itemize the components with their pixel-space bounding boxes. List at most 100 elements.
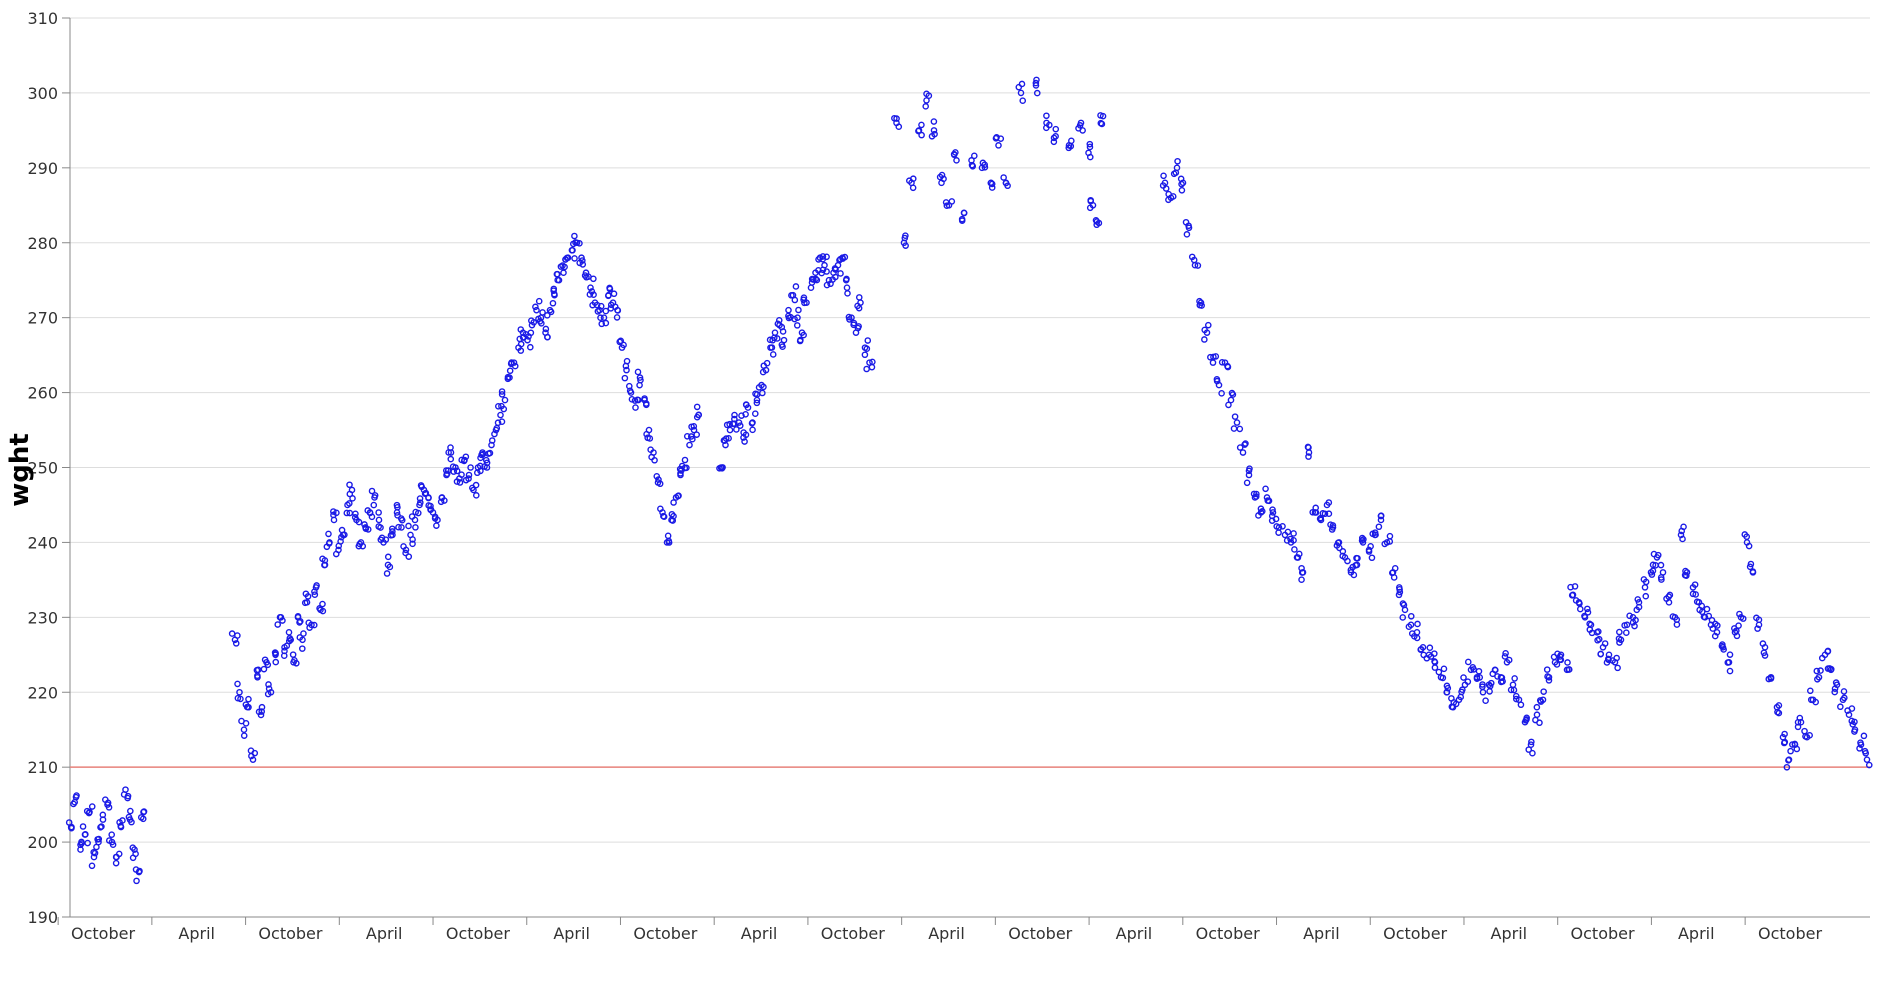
y-tick-label: 240 bbox=[27, 533, 58, 552]
data-point bbox=[1801, 727, 1808, 735]
data-point bbox=[771, 329, 779, 336]
data-point bbox=[590, 275, 597, 283]
data-point bbox=[405, 522, 412, 530]
data-point bbox=[532, 303, 539, 311]
data-point bbox=[864, 337, 872, 344]
data-point bbox=[260, 665, 268, 673]
data-point bbox=[133, 877, 140, 885]
x-tick-label: October bbox=[1196, 924, 1260, 943]
x-tick-label: October bbox=[821, 924, 885, 943]
x-tick-label: October bbox=[1758, 924, 1822, 943]
x-tick-label: October bbox=[446, 924, 510, 943]
data-point bbox=[1464, 658, 1472, 666]
data-point bbox=[1204, 321, 1212, 329]
x-tick-label: October bbox=[71, 924, 135, 943]
data-point bbox=[1703, 605, 1711, 613]
data-point bbox=[289, 651, 297, 658]
data-point bbox=[571, 255, 578, 262]
data-point bbox=[242, 720, 250, 727]
data-point bbox=[433, 522, 440, 529]
y-tick-label: 190 bbox=[27, 908, 58, 927]
data-point bbox=[868, 363, 876, 371]
x-tick-label: April bbox=[1303, 924, 1340, 943]
data-point bbox=[922, 103, 929, 110]
y-tick-label: 260 bbox=[27, 384, 58, 403]
data-point bbox=[1863, 756, 1871, 763]
data-point bbox=[1000, 174, 1007, 181]
data-point bbox=[1290, 530, 1297, 537]
data-point bbox=[1440, 665, 1448, 673]
data-point bbox=[693, 431, 701, 438]
data-point bbox=[1233, 419, 1241, 426]
data-point bbox=[1407, 612, 1415, 620]
data-point bbox=[1225, 401, 1232, 409]
data-point bbox=[234, 680, 241, 688]
data-point bbox=[84, 839, 91, 847]
data-point bbox=[1860, 732, 1868, 740]
data-point bbox=[1291, 546, 1298, 553]
data-point bbox=[751, 410, 759, 417]
data-point bbox=[1584, 605, 1591, 613]
data-point bbox=[325, 530, 332, 538]
data-point bbox=[1052, 125, 1060, 133]
data-point bbox=[375, 516, 383, 524]
y-tick-label: 310 bbox=[27, 9, 58, 28]
data-point bbox=[1509, 681, 1517, 689]
data-point bbox=[1068, 137, 1075, 145]
data-point bbox=[807, 284, 815, 292]
data-point bbox=[621, 374, 629, 382]
x-tick-label: April bbox=[1491, 924, 1528, 943]
gridlines bbox=[70, 17, 1870, 918]
data-point bbox=[1642, 592, 1650, 600]
data-point bbox=[769, 351, 777, 358]
data-point bbox=[632, 404, 639, 411]
data-point bbox=[733, 426, 740, 433]
data-point bbox=[384, 553, 392, 561]
data-point bbox=[571, 232, 578, 240]
data-point bbox=[1735, 622, 1742, 629]
y-tick-label: 280 bbox=[27, 234, 58, 253]
data-point bbox=[560, 269, 567, 277]
data-point bbox=[1614, 664, 1621, 672]
data-point bbox=[749, 426, 756, 434]
data-point bbox=[610, 290, 618, 298]
data-point bbox=[930, 118, 938, 125]
y-tick-label: 290 bbox=[27, 159, 58, 178]
data-point bbox=[1019, 97, 1027, 104]
data-point bbox=[636, 381, 643, 389]
data-point bbox=[1298, 576, 1305, 584]
data-point bbox=[88, 803, 96, 810]
data-point bbox=[1435, 668, 1443, 676]
data-point bbox=[1576, 605, 1584, 613]
data-point bbox=[506, 367, 514, 375]
x-tick-label: October bbox=[258, 924, 322, 943]
data-point bbox=[447, 455, 455, 463]
data-point bbox=[1262, 485, 1269, 493]
x-tick-label: April bbox=[178, 924, 215, 943]
data-point bbox=[1236, 444, 1244, 451]
y-tick-label: 270 bbox=[27, 309, 58, 328]
data-point bbox=[795, 306, 802, 314]
data-point bbox=[1475, 667, 1483, 675]
data-point bbox=[1837, 703, 1844, 711]
data-point bbox=[1043, 112, 1050, 120]
data-point bbox=[535, 297, 543, 305]
data-point bbox=[1386, 532, 1394, 540]
data-point bbox=[240, 726, 248, 734]
data-point bbox=[542, 325, 550, 333]
chart-container: 190 200 210 220 230 240 250 260 270 280 290 300 310 O… bbox=[0, 0, 1878, 977]
data-point bbox=[1726, 667, 1734, 675]
data-point bbox=[352, 510, 359, 518]
data-point bbox=[240, 732, 248, 739]
data-point bbox=[1529, 749, 1536, 757]
data-point bbox=[1236, 425, 1244, 433]
data-point bbox=[1511, 675, 1518, 682]
data-point bbox=[79, 823, 87, 830]
data-point bbox=[1533, 703, 1541, 711]
data-point bbox=[793, 322, 801, 329]
data-point bbox=[909, 184, 917, 192]
data-point bbox=[234, 632, 241, 639]
data-point bbox=[405, 553, 413, 560]
data-points bbox=[65, 76, 1873, 885]
x-tick-label: October bbox=[1383, 924, 1447, 943]
